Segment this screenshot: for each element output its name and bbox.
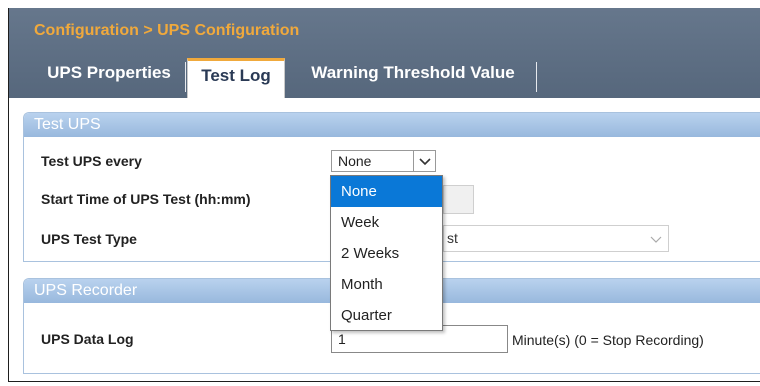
chevron-down-icon	[650, 236, 662, 243]
dropdown-option-week[interactable]: Week	[331, 207, 442, 238]
dropdown-option-quarter[interactable]: Quarter	[331, 300, 442, 331]
select-toggle[interactable]	[413, 151, 435, 171]
tab-ups-properties[interactable]: UPS Properties	[33, 58, 185, 98]
ups-data-log-label: UPS Data Log	[41, 331, 134, 347]
dropdown-option-2-weeks[interactable]: 2 Weeks	[331, 238, 442, 269]
test-ups-every-label: Test UPS every	[41, 153, 142, 169]
header-bar: Configuration > UPS Configuration UPS Pr…	[9, 8, 760, 98]
input-value: 1	[338, 331, 346, 347]
select-value: None	[338, 153, 372, 169]
tab-label: UPS Properties	[47, 63, 171, 82]
tab-divider	[185, 62, 186, 92]
data-log-hint: Minute(s) (0 = Stop Recording)	[512, 332, 704, 348]
tab-test-log[interactable]: Test Log	[187, 58, 285, 98]
breadcrumb: Configuration > UPS Configuration	[34, 22, 300, 39]
tab-label: Test Log	[201, 66, 271, 85]
ups-test-type-select[interactable]: st	[443, 225, 669, 252]
dropdown-option-none[interactable]: None	[331, 176, 442, 207]
start-time-label: Start Time of UPS Test (hh:mm)	[41, 191, 251, 207]
dropdown-option-month[interactable]: Month	[331, 269, 442, 300]
select-value: st	[447, 230, 458, 246]
test-ups-every-select[interactable]: None	[331, 150, 436, 172]
tab-label: Warning Threshold Value	[311, 63, 515, 82]
test-ups-every-dropdown: None Week 2 Weeks Month Quarter	[330, 175, 443, 331]
chevron-down-icon	[419, 158, 431, 166]
section-title: Test UPS	[24, 113, 760, 137]
tab-warning-threshold-value[interactable]: Warning Threshold Value	[290, 58, 536, 98]
ups-test-type-label: UPS Test Type	[41, 231, 137, 247]
tab-divider	[536, 62, 537, 92]
start-time-input[interactable]	[443, 185, 474, 214]
